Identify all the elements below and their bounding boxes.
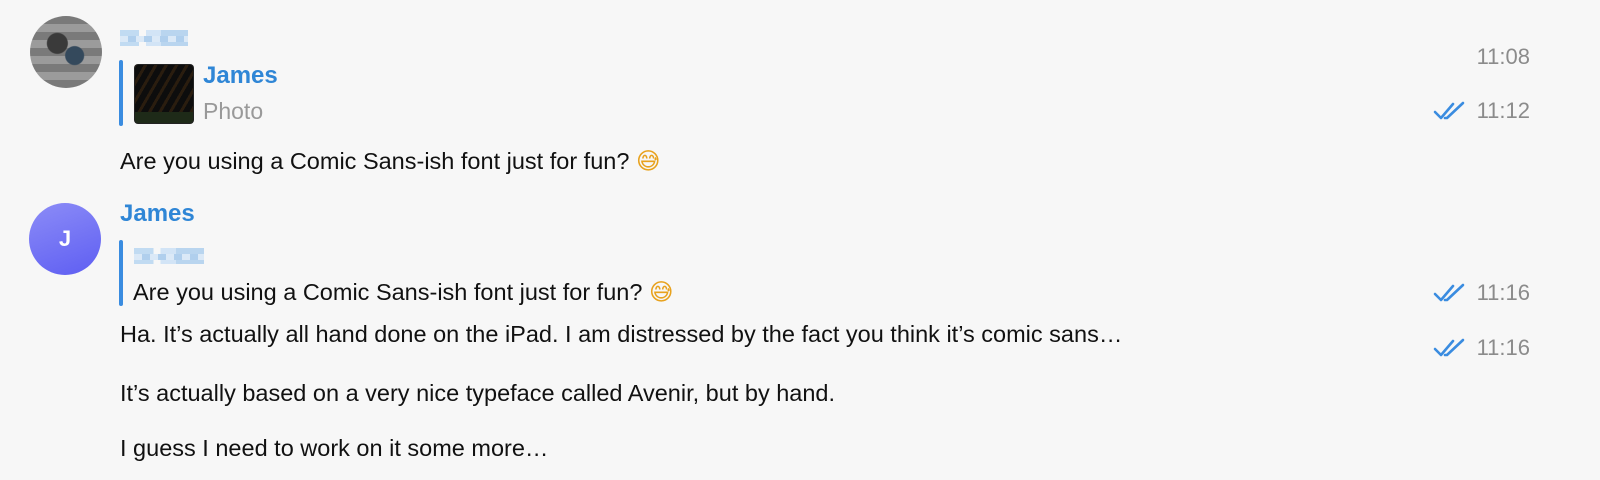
reply-quote-text[interactable]: Are you using a Comic Sans-ish font just… bbox=[133, 278, 673, 306]
reply-preview-text: Photo bbox=[203, 98, 264, 124]
reply-photo-thumbnail[interactable] bbox=[134, 64, 194, 124]
reply-bar bbox=[119, 60, 123, 126]
message-text-line: Ha. It’s actually all hand done on the i… bbox=[120, 321, 1123, 347]
sweat-smile-emoji: 😅 bbox=[648, 278, 674, 306]
chat-view: 11:08 James Photo 11:12 Are you using a … bbox=[0, 0, 1600, 480]
sender-name[interactable]: James bbox=[120, 200, 195, 228]
avatar-pixelated[interactable] bbox=[30, 16, 102, 88]
reply-bar bbox=[119, 240, 123, 306]
sweat-smile-emoji: 😅 bbox=[635, 147, 661, 175]
message-time-with-receipt: 11:16 bbox=[1433, 280, 1530, 306]
message-text: Are you using a Comic Sans-ish font just… bbox=[120, 147, 661, 175]
reply-sender-blurred[interactable] bbox=[134, 248, 204, 264]
message-text-line: I guess I need to work on it some more… bbox=[120, 435, 549, 461]
sender-name-blurred[interactable] bbox=[120, 30, 188, 46]
reply-sender-name[interactable]: James bbox=[203, 62, 278, 90]
message-text-line: It’s actually based on a very nice typef… bbox=[120, 380, 836, 406]
message-time: 11:08 bbox=[1476, 44, 1530, 69]
avatar-initial[interactable]: J bbox=[29, 203, 101, 275]
message-time-with-receipt: 11:12 bbox=[1433, 98, 1530, 124]
double-check-icon bbox=[1433, 338, 1464, 357]
message-time-with-receipt: 11:16 bbox=[1433, 335, 1530, 361]
double-check-icon bbox=[1433, 101, 1464, 120]
double-check-icon bbox=[1433, 283, 1464, 302]
